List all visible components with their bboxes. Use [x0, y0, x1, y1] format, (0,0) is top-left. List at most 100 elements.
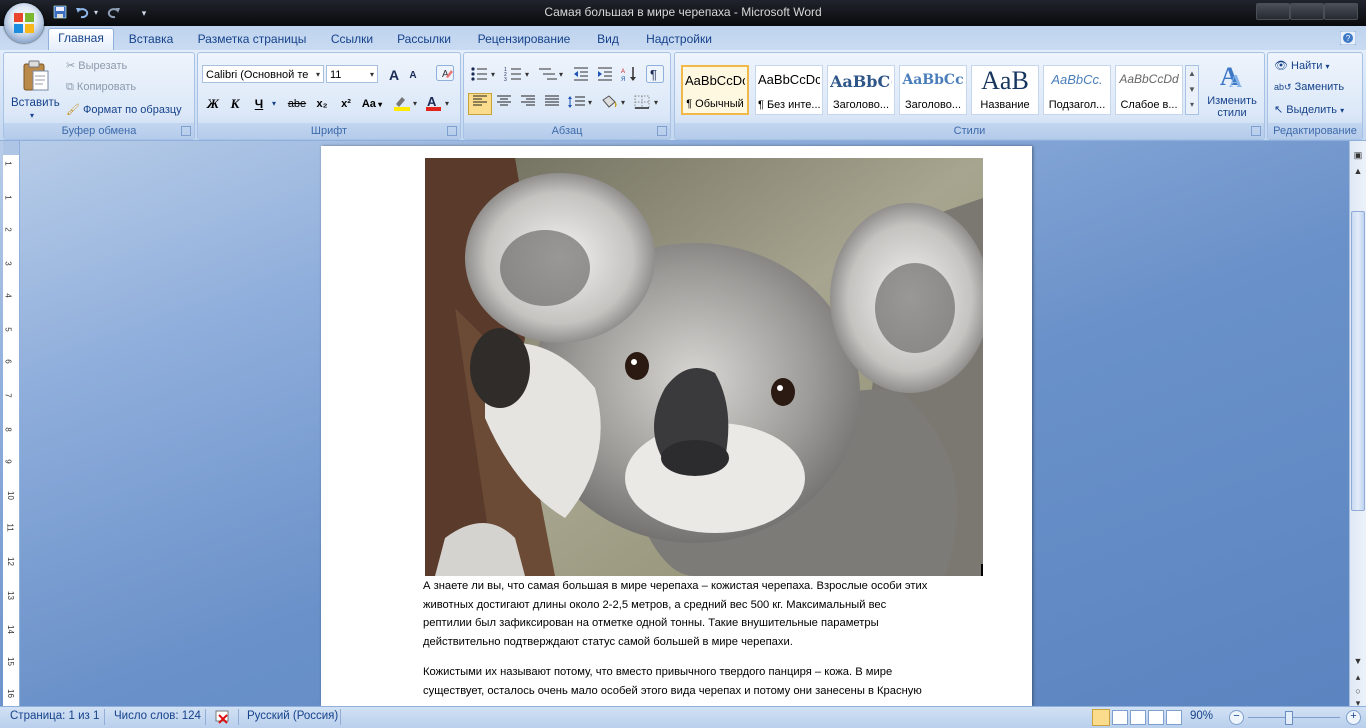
print-layout-view-icon[interactable]: [1092, 709, 1110, 726]
subscript-button[interactable]: x₂: [310, 93, 334, 115]
font-size-select[interactable]: 11 ▾: [326, 65, 378, 83]
decrease-indent-button[interactable]: [570, 64, 592, 86]
outline-view-icon[interactable]: [1148, 710, 1164, 725]
minimize-button[interactable]: [1256, 3, 1290, 20]
spellcheck-icon[interactable]: [214, 710, 232, 727]
shading-button[interactable]: ▾: [598, 93, 630, 115]
paste-button[interactable]: Вставить ▾: [10, 57, 60, 121]
style-card-heading1[interactable]: AaBbC( Заголово...: [827, 65, 895, 115]
ruler-number: 13: [5, 591, 15, 600]
style-card-subtle-emphasis[interactable]: AaBbCcDd Слабое в...: [1115, 65, 1183, 115]
tab-addins[interactable]: Надстройки: [640, 30, 718, 50]
zoom-level[interactable]: 90%: [1190, 710, 1213, 722]
font-family-select[interactable]: Calibri (Основной те ▾: [202, 65, 324, 83]
multilevel-list-button[interactable]: ▾: [536, 64, 568, 86]
koala-photo[interactable]: [425, 158, 983, 576]
italic-button[interactable]: К: [224, 93, 246, 115]
tab-page-layout[interactable]: Разметка страницы: [192, 30, 312, 50]
bold-button[interactable]: Ж: [202, 93, 224, 115]
change-case-button[interactable]: Aa ▾: [358, 93, 386, 115]
paragraph-group: ▾ 1 2 3 ▾ ▾ AЯ ¶ ▾ ▾ ▾ Абзац: [463, 52, 671, 140]
find-button[interactable]: 👁 Найти ▾: [1274, 59, 1330, 72]
customize-qat-icon[interactable]: ▾: [138, 5, 150, 21]
underline-button[interactable]: Ч: [248, 93, 270, 115]
page-count[interactable]: Страница: 1 из 1: [10, 710, 99, 722]
clipboard-launcher-icon[interactable]: [181, 126, 191, 136]
paint-bucket-icon: ▾: [602, 95, 625, 108]
web-layout-view-icon[interactable]: [1130, 710, 1146, 725]
office-button[interactable]: [4, 3, 44, 43]
tab-references[interactable]: Ссылки: [324, 30, 380, 50]
paragraph-1[interactable]: А знаете ли вы, что самая большая в мире…: [423, 577, 983, 651]
undo-icon[interactable]: [74, 5, 90, 21]
tab-home[interactable]: Главная: [48, 28, 114, 51]
strikethrough-button[interactable]: abe: [284, 93, 310, 115]
justify-button[interactable]: [540, 93, 564, 115]
vertical-scrollbar[interactable]: ▣ ▲ ▼ ▴ ○ ▾: [1349, 141, 1366, 708]
svg-text:▾: ▾: [525, 70, 529, 79]
word-count[interactable]: Число слов: 124: [114, 710, 201, 722]
shrink-font-button[interactable]: A: [404, 65, 422, 87]
close-button[interactable]: [1324, 3, 1358, 20]
paste-dropdown-icon[interactable]: ▾: [30, 111, 34, 120]
scroll-down-icon[interactable]: ▼: [1186, 82, 1198, 98]
tab-mailings[interactable]: Рассылки: [392, 30, 456, 50]
copy-button[interactable]: ⧉ Копировать: [66, 81, 136, 94]
style-card-title[interactable]: AaB Название: [971, 65, 1039, 115]
select-button[interactable]: ↖ Выделить ▾: [1274, 103, 1344, 116]
show-marks-button[interactable]: ¶: [644, 64, 666, 86]
change-styles-button[interactable]: AA Изменить стили: [1203, 59, 1261, 121]
zoom-out-icon[interactable]: −: [1229, 710, 1244, 725]
clipboard-group-label: Буфер обмена: [4, 123, 194, 139]
browse-object-icon[interactable]: ○: [1352, 685, 1364, 697]
cut-button[interactable]: ✂ Вырезать: [66, 59, 127, 72]
zoom-slider[interactable]: [1248, 717, 1340, 718]
scroll-down-icon[interactable]: ▼: [1352, 655, 1364, 667]
save-icon[interactable]: [52, 5, 68, 21]
bullets-button[interactable]: ▾: [468, 64, 500, 86]
tab-insert[interactable]: Вставка: [120, 30, 182, 50]
more-styles-icon[interactable]: ▾: [1186, 98, 1198, 114]
align-center-button[interactable]: [492, 93, 516, 115]
language-indicator[interactable]: Русский (Россия): [247, 710, 338, 722]
align-right-button[interactable]: [516, 93, 540, 115]
underline-dropdown-icon[interactable]: ▾: [268, 93, 280, 115]
redo-icon[interactable]: [106, 5, 122, 21]
tab-review[interactable]: Рецензирование: [470, 30, 578, 50]
style-card-normal[interactable]: AaBbCcDc ¶ Обычный: [681, 65, 749, 115]
font-color-button[interactable]: A ▾: [422, 93, 454, 115]
highlight-button[interactable]: ▾: [390, 93, 422, 115]
zoom-in-icon[interactable]: +: [1346, 710, 1361, 725]
prev-page-icon[interactable]: ▴: [1352, 671, 1364, 683]
increase-indent-button[interactable]: [594, 64, 616, 86]
draft-view-icon[interactable]: [1166, 710, 1182, 725]
replace-button[interactable]: ab↺ Заменить: [1274, 81, 1344, 93]
paragraph-2[interactable]: Кожистыми их называют потому, что вместо…: [423, 663, 983, 700]
font-launcher-icon[interactable]: [447, 126, 457, 136]
style-card-heading2[interactable]: AaBbCc Заголово...: [899, 65, 967, 115]
maximize-button[interactable]: [1290, 3, 1324, 20]
line-spacing-button[interactable]: ▾: [566, 93, 596, 115]
clear-format-icon[interactable]: A: [434, 64, 456, 86]
style-card-no-spacing[interactable]: AaBbCcDc ¶ Без инте...: [755, 65, 823, 115]
undo-dropdown-icon[interactable]: ▾: [92, 5, 100, 21]
scrollbar-thumb[interactable]: [1351, 211, 1365, 511]
scroll-up-icon[interactable]: ▲: [1352, 165, 1364, 177]
help-icon[interactable]: ?: [1339, 30, 1358, 46]
style-card-subtitle[interactable]: AaBbCc. Подзагол...: [1043, 65, 1111, 115]
styles-launcher-icon[interactable]: [1251, 126, 1261, 136]
sort-button[interactable]: AЯ: [618, 64, 640, 86]
full-screen-view-icon[interactable]: [1112, 710, 1128, 725]
paragraph-launcher-icon[interactable]: [657, 126, 667, 136]
superscript-button[interactable]: x²: [334, 93, 358, 115]
document-page[interactable]: А знаете ли вы, что самая большая в мире…: [321, 146, 1032, 706]
scroll-up-icon[interactable]: ▲: [1186, 66, 1198, 82]
format-painter-button[interactable]: 🖌 Формат по образцу: [66, 103, 182, 116]
borders-button[interactable]: ▾: [632, 93, 664, 115]
zoom-slider-thumb[interactable]: [1285, 711, 1293, 725]
tab-view[interactable]: Вид: [590, 30, 626, 50]
align-left-button[interactable]: [468, 93, 492, 115]
grow-font-button[interactable]: A: [384, 64, 404, 86]
numbering-button[interactable]: 1 2 3 ▾: [502, 64, 534, 86]
ruler-toggle-icon[interactable]: ▣: [1352, 149, 1364, 161]
